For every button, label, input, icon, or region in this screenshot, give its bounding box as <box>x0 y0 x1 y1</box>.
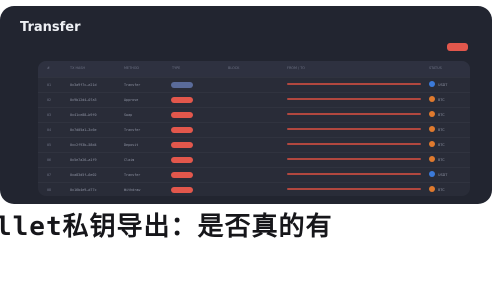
token-label: BTC <box>438 98 445 102</box>
token-icon <box>429 171 435 177</box>
token-icon <box>429 111 435 117</box>
amount-bar <box>287 113 421 115</box>
type-pill <box>171 157 193 163</box>
type-pill <box>171 142 193 148</box>
amount-bar <box>287 128 421 130</box>
amount-bar <box>287 173 421 175</box>
amount-bar <box>287 83 421 85</box>
table-row[interactable]: 06 0x5e7a26…a1f9 Claim BTC <box>38 152 470 167</box>
type-pill <box>171 187 193 193</box>
row-index: 02 <box>47 98 52 102</box>
table-row[interactable]: 02 0x9b12d4…07a3 Approve BTC <box>38 92 470 107</box>
token-icon <box>429 156 435 162</box>
tx-hash-link[interactable]: 0x9b12d4…07a3 <box>70 97 97 103</box>
token-icon <box>429 81 435 87</box>
token-label: BTC <box>438 113 445 117</box>
table-row[interactable]: 04 0x7d05a1…3c6e Transfer BTC <box>38 122 470 137</box>
table-row[interactable]: 01 0x3a9f7c…e21d Transfer USDT <box>38 77 470 92</box>
row-index: 03 <box>47 113 52 117</box>
method-label: Withdraw <box>124 188 141 192</box>
row-index: 04 <box>47 128 52 132</box>
transfer-panel: Transfer # TX HASH METHOD TYPE BLOCK FRO… <box>0 6 492 204</box>
tx-hash-link[interactable]: 0xa83d5f…6e02 <box>70 172 97 178</box>
table-row[interactable]: 08 0x16b4e9…d77c Withdraw BTC <box>38 182 470 196</box>
type-pill <box>171 97 193 103</box>
column-header-method: METHOD <box>124 66 139 70</box>
type-pill <box>171 127 193 133</box>
panel-title: Transfer <box>20 20 81 35</box>
amount-bar <box>287 158 421 160</box>
row-index: 01 <box>47 83 52 87</box>
column-header-hash: TX HASH <box>70 66 86 70</box>
tx-hash-link[interactable]: 0x41ce88…b9f0 <box>70 112 97 118</box>
column-header-status: STATUS <box>429 66 442 70</box>
method-label: Claim <box>124 158 135 162</box>
row-index: 06 <box>47 158 52 162</box>
type-pill <box>171 82 193 88</box>
amount-bar <box>287 143 421 145</box>
token-label: USDT <box>438 83 448 87</box>
panel-action-button[interactable] <box>447 43 468 51</box>
token-label: BTC <box>438 158 445 162</box>
table-row[interactable]: 07 0xa83d5f…6e02 Transfer USDT <box>38 167 470 182</box>
token-label: BTC <box>438 188 445 192</box>
amount-bar <box>287 98 421 100</box>
method-label: Swap <box>124 113 133 117</box>
row-index: 05 <box>47 143 52 147</box>
column-header-type: TYPE <box>172 66 181 70</box>
tx-hash-link[interactable]: 0x3a9f7c…e21d <box>70 82 97 88</box>
token-icon <box>429 186 435 192</box>
token-label: USDT <box>438 173 448 177</box>
row-index: 07 <box>47 173 52 177</box>
tx-hash-link[interactable]: 0xc2f93b…58d4 <box>70 142 97 148</box>
table-row[interactable]: 03 0x41ce88…b9f0 Swap BTC <box>38 107 470 122</box>
headline: llet私钥导出：是否真的有 <box>0 212 333 242</box>
tx-hash-link[interactable]: 0x16b4e9…d77c <box>70 187 97 193</box>
token-label: BTC <box>438 128 445 132</box>
token-icon <box>429 126 435 132</box>
row-index: 08 <box>47 188 52 192</box>
tx-hash-link[interactable]: 0x5e7a26…a1f9 <box>70 157 97 163</box>
method-label: Approve <box>124 98 139 102</box>
column-header-block: BLOCK <box>228 66 240 70</box>
method-label: Transfer <box>124 173 141 177</box>
token-icon <box>429 96 435 102</box>
type-pill <box>171 172 193 178</box>
method-label: Transfer <box>124 83 141 87</box>
type-pill <box>171 112 193 118</box>
tx-hash-link[interactable]: 0x7d05a1…3c6e <box>70 127 97 133</box>
column-header-index: # <box>47 66 50 70</box>
table-header: # TX HASH METHOD TYPE BLOCK FROM / TO ST… <box>38 61 470 77</box>
table-row[interactable]: 05 0xc2f93b…58d4 Deposit BTC <box>38 137 470 152</box>
token-label: BTC <box>438 143 445 147</box>
amount-bar <box>287 188 421 190</box>
method-label: Deposit <box>124 143 139 147</box>
transactions-table: # TX HASH METHOD TYPE BLOCK FROM / TO ST… <box>38 61 470 196</box>
column-header-from-to: FROM / TO <box>287 66 305 70</box>
method-label: Transfer <box>124 128 141 132</box>
token-icon <box>429 141 435 147</box>
